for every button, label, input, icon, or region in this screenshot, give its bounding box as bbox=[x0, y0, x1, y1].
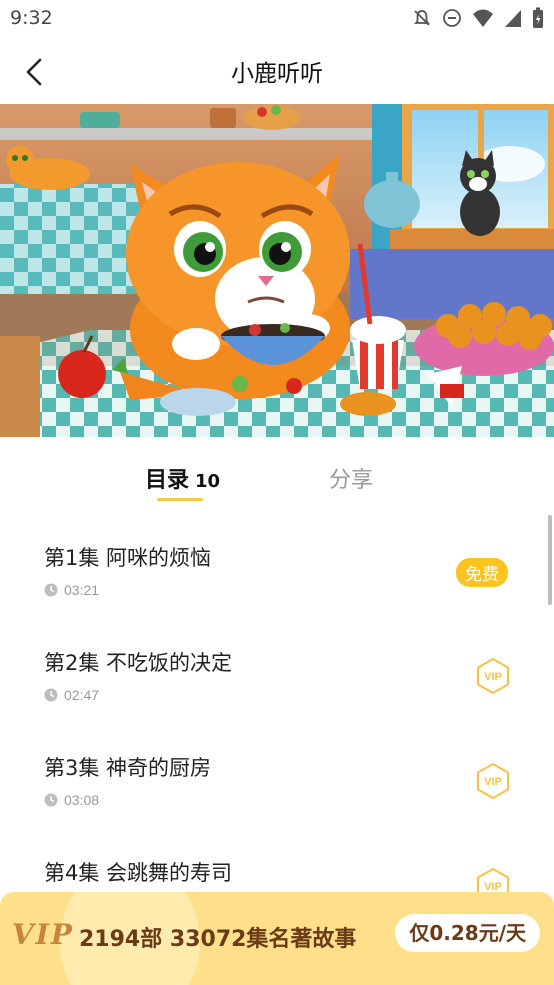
svg-text:VIP: VIP bbox=[484, 776, 502, 788]
episode-title: 第2集 不吃饭的决定 bbox=[44, 651, 233, 675]
status-icons bbox=[412, 7, 544, 29]
cover-image bbox=[0, 104, 554, 437]
vip-promo-text: 2194部 33072集名著故事 bbox=[79, 927, 357, 952]
episode-duration: 03:21 bbox=[64, 582, 100, 598]
episode-meta: 03:21 bbox=[44, 582, 99, 598]
signal-icon bbox=[505, 10, 521, 27]
vip-price-button[interactable]: 仅0.28元/天 bbox=[395, 914, 540, 952]
clock-icon bbox=[44, 688, 58, 702]
tab-catalog[interactable]: 目录 10 bbox=[145, 462, 220, 494]
episode-title: 第4集 会跳舞的寿司 bbox=[44, 861, 233, 885]
active-tab-indicator bbox=[157, 498, 203, 501]
status-bar: 9:32 bbox=[0, 0, 554, 38]
tab-bar: 目录 10 分享 bbox=[0, 452, 554, 512]
free-badge: 免费 bbox=[456, 558, 508, 587]
episode-title: 第1集 阿咪的烦恼 bbox=[44, 546, 212, 570]
battery-icon bbox=[533, 7, 543, 28]
vip-logo: VIP bbox=[12, 918, 74, 951]
list-item[interactable]: 第1集 阿咪的烦恼 03:21 免费 bbox=[0, 522, 554, 622]
episode-count: 10 bbox=[195, 471, 221, 492]
cover-illustration bbox=[0, 104, 554, 437]
wifi-icon bbox=[473, 9, 493, 27]
tab-catalog-label: 目录 bbox=[145, 468, 190, 493]
header: 小鹿听听 bbox=[0, 38, 554, 104]
tab-share[interactable]: 分享 bbox=[329, 462, 373, 494]
do-not-disturb-icon bbox=[443, 9, 461, 27]
clock-icon bbox=[44, 793, 58, 807]
vip-badge-icon: VIP bbox=[477, 762, 509, 800]
episode-duration: 02:47 bbox=[64, 687, 100, 703]
svg-text:VIP: VIP bbox=[484, 671, 502, 683]
episode-meta: 03:08 bbox=[44, 792, 99, 808]
list-item[interactable]: 第2集 不吃饭的决定 02:47 VIP bbox=[0, 627, 554, 727]
list-item[interactable]: 第3集 神奇的厨房 03:08 VIP bbox=[0, 732, 554, 832]
scrollbar[interactable] bbox=[548, 515, 552, 605]
episode-title: 第3集 神奇的厨房 bbox=[44, 756, 212, 780]
vip-promo-bar[interactable]: VIP 2194部 33072集名著故事 仅0.28元/天 bbox=[0, 892, 554, 985]
clock-icon bbox=[44, 583, 58, 597]
episode-meta: 02:47 bbox=[44, 687, 99, 703]
status-time: 9:32 bbox=[10, 7, 53, 29]
page-title: 小鹿听听 bbox=[231, 61, 323, 87]
episode-duration: 03:08 bbox=[64, 792, 100, 808]
vip-badge-icon: VIP bbox=[477, 657, 509, 695]
notifications-off-icon bbox=[414, 10, 430, 26]
